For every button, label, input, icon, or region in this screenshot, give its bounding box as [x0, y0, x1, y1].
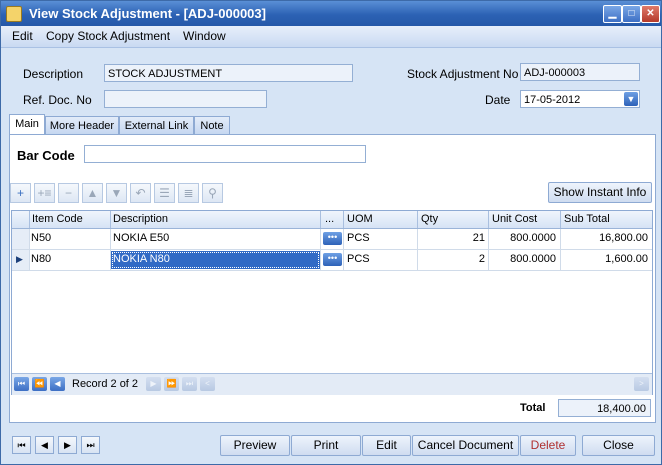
next-document-icon[interactable]: ▶	[58, 436, 77, 454]
refdoc-label: Ref. Doc. No	[23, 93, 92, 107]
row-indicator[interactable]: ▶	[12, 250, 29, 270]
cell-item-code[interactable]: N50	[31, 232, 51, 244]
adjno-field[interactable]: ADJ-000003	[520, 63, 640, 81]
col-sub-total[interactable]: Sub Total	[564, 213, 610, 225]
previous-document-icon[interactable]: ◀	[35, 436, 54, 454]
cell-sub-total[interactable]: 16,800.00	[564, 232, 648, 244]
col-ellipsis[interactable]: ...	[325, 213, 334, 225]
first-document-icon[interactable]: ⏮	[12, 436, 31, 454]
last-document-icon[interactable]: ⏭	[81, 436, 100, 454]
col-qty[interactable]: Qty	[421, 213, 438, 225]
main-tab-panel: Bar Code + +≡ − ▲ ▼ ↶ ☰ ≣ ⚲ Show Instant…	[9, 134, 656, 423]
cell-unit-cost[interactable]: 800.0000	[492, 232, 556, 244]
cell-sub-total[interactable]: 1,600.00	[564, 253, 648, 265]
cell-item-code[interactable]: N80	[31, 253, 51, 265]
show-instant-info-button[interactable]: Show Instant Info	[548, 182, 652, 203]
print-button[interactable]: Print	[291, 435, 361, 456]
first-record-icon[interactable]: ⏮	[14, 377, 29, 391]
total-label: Total	[520, 402, 546, 414]
tab-external-link[interactable]: External Link	[119, 116, 194, 135]
last-record-icon[interactable]: ⏭	[182, 377, 197, 391]
menu-window[interactable]: Window	[183, 29, 226, 43]
preview-button[interactable]: Preview	[220, 435, 290, 456]
barcode-input[interactable]	[84, 145, 366, 163]
cell-qty[interactable]: 2	[421, 253, 485, 265]
scroll-left-icon[interactable]: <	[200, 377, 215, 391]
record-counter: Record 2 of 2	[72, 378, 139, 390]
chevron-down-icon[interactable]: ▼	[624, 92, 638, 106]
lookup-button[interactable]: •••	[323, 232, 342, 245]
cell-description[interactable]: NOKIA N80	[113, 253, 170, 265]
prev-page-icon[interactable]: ⏪	[32, 377, 47, 391]
col-item-code[interactable]: Item Code	[32, 213, 83, 225]
menu-edit[interactable]: Edit	[12, 29, 33, 43]
cancel-document-button[interactable]: Cancel Document	[412, 435, 519, 456]
prev-record-icon[interactable]: ◀	[50, 377, 65, 391]
next-record-icon[interactable]: ▶	[146, 377, 161, 391]
move-up-icon[interactable]: ▲	[82, 183, 103, 203]
cell-description[interactable]: NOKIA E50	[113, 232, 169, 244]
window: View Stock Adjustment - [ADJ-000003] ▁ □…	[0, 0, 662, 465]
total-value: 18,400.00	[558, 399, 651, 417]
tab-more-header[interactable]: More Header	[45, 116, 119, 135]
menu-bar: Edit Copy Stock Adjustment Window	[1, 26, 661, 48]
table-row[interactable]: ▶ N80 NOKIA N80 ••• PCS 2 800.0000 1,600…	[12, 250, 652, 271]
add-row-icon[interactable]: +	[10, 183, 31, 203]
tab-note[interactable]: Note	[194, 116, 230, 135]
menu-copy-stock-adjustment[interactable]: Copy Stock Adjustment	[46, 29, 170, 43]
table-row[interactable]: N50 NOKIA E50 ••• PCS 21 800.0000 16,800…	[12, 229, 652, 250]
delete-button[interactable]: Delete	[520, 435, 576, 456]
scroll-right-icon[interactable]: >	[634, 377, 649, 391]
grid-header: Item Code Description ... UOM Qty Unit C…	[12, 211, 652, 229]
cell-uom[interactable]: PCS	[347, 232, 370, 244]
edit-button[interactable]: Edit	[362, 435, 411, 456]
col-description[interactable]: Description	[113, 213, 168, 225]
search-icon[interactable]: ⚲	[202, 183, 223, 203]
minimize-icon[interactable]: ▁	[603, 5, 622, 23]
cell-uom[interactable]: PCS	[347, 253, 370, 265]
maximize-icon[interactable]: □	[622, 5, 641, 23]
cell-unit-cost[interactable]: 800.0000	[492, 253, 556, 265]
col-unit-cost[interactable]: Unit Cost	[492, 213, 537, 225]
insert-row-icon[interactable]: +≡	[34, 183, 55, 203]
undo-icon[interactable]: ↶	[130, 183, 151, 203]
title-bar[interactable]: View Stock Adjustment - [ADJ-000003] ▁ □…	[1, 1, 661, 26]
cell-qty[interactable]: 21	[421, 232, 485, 244]
barcode-label: Bar Code	[17, 148, 75, 163]
move-down-icon[interactable]: ▼	[106, 183, 127, 203]
grid-navigator: ⏮ ⏪ ◀ Record 2 of 2 ▶ ⏩ ⏭ < >	[12, 373, 652, 395]
next-page-icon[interactable]: ⏩	[164, 377, 179, 391]
delete-row-icon[interactable]: −	[58, 183, 79, 203]
items-grid: Item Code Description ... UOM Qty Unit C…	[11, 210, 653, 395]
date-value: 17-05-2012	[524, 94, 581, 106]
list-icon[interactable]: ☰	[154, 183, 175, 203]
tab-main[interactable]: Main	[9, 114, 45, 135]
description-label: Description	[23, 67, 84, 81]
adjno-label: Stock Adjustment No	[407, 67, 519, 81]
close-button[interactable]: Close	[582, 435, 655, 456]
refdoc-field[interactable]	[104, 90, 267, 108]
description-field[interactable]: STOCK ADJUSTMENT	[104, 64, 353, 82]
close-icon[interactable]: ✕	[641, 5, 660, 23]
lookup-button[interactable]: •••	[323, 253, 342, 266]
app-icon	[6, 6, 22, 22]
columns-icon[interactable]: ≣	[178, 183, 199, 203]
window-title: View Stock Adjustment - [ADJ-000003]	[29, 6, 266, 21]
date-field[interactable]: 17-05-2012 ▼	[520, 90, 640, 108]
current-row-icon: ▶	[16, 254, 23, 264]
col-uom[interactable]: UOM	[347, 213, 373, 225]
row-indicator[interactable]	[12, 229, 29, 249]
date-label: Date	[485, 93, 511, 107]
